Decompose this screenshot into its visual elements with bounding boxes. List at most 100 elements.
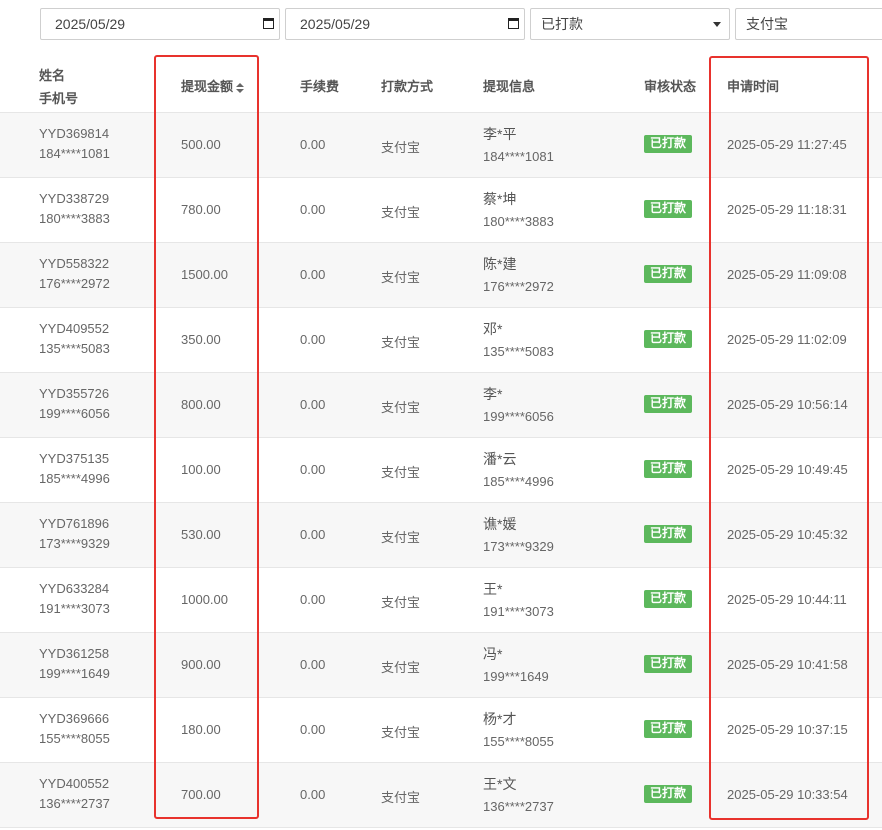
time-cell: 2025-05-29 11:27:45 xyxy=(727,137,847,152)
table-row: YYD375135 185****4996 100.00 0.00 支付宝 潘*云 185*… xyxy=(0,437,882,503)
header-method: 打款方式 xyxy=(381,79,434,94)
amount-cell: 180.00 xyxy=(181,722,221,737)
table-row: YYD361258 199****1649 900.00 0.00 支付宝 冯* 199**… xyxy=(0,632,882,698)
info-name: 冯* xyxy=(483,646,503,662)
table-row: YYD355726 199****6056 800.00 0.00 支付宝 李* 199**… xyxy=(0,372,882,438)
info-cell: 谯*媛 173****9329 xyxy=(483,514,554,554)
time-cell: 2025-05-29 10:41:58 xyxy=(727,657,848,672)
user-id: YYD761896 xyxy=(39,516,110,531)
info-cell: 蔡*坤 180****3883 xyxy=(483,189,554,229)
table-row-cell: YYD633284 191****3073 1000.00 0.00 支付宝 王* 191*… xyxy=(0,567,882,633)
status-badge: 已打款 xyxy=(644,590,693,608)
user-phone: 199****1649 xyxy=(39,666,110,681)
info-phone: 184****1081 xyxy=(483,149,554,164)
table-row: YYD369814 184****1081 500.00 0.00 支付宝 李*平 184*… xyxy=(0,112,882,178)
user-id: YYD375135 xyxy=(39,451,110,466)
time-cell: 2025-05-29 10:45:32 xyxy=(727,527,848,542)
sort-icon[interactable] xyxy=(236,82,245,93)
info-name: 杨*才 xyxy=(483,711,517,727)
header-info: 提现信息 xyxy=(483,79,536,94)
info-phone: 199****6056 xyxy=(483,409,554,424)
amount-cell: 1000.00 xyxy=(181,592,228,607)
amount-cell: 900.00 xyxy=(181,657,221,672)
method-cell: 支付宝 xyxy=(381,270,421,285)
end-date-input[interactable]: 2025/05/29 xyxy=(285,8,525,40)
table-header: 姓名 手机号 提现金额 手续费 打款方式 提现信息 审核状态 申请时间 xyxy=(0,50,882,113)
info-cell: 杨*才 155****8055 xyxy=(483,709,554,749)
user-id: YYD361258 xyxy=(39,646,110,661)
info-name: 王*文 xyxy=(483,776,517,792)
table-row: YYD761896 173****9329 530.00 0.00 支付宝 谯*媛 173*… xyxy=(0,502,882,568)
user-cell: YYD369666 155****8055 xyxy=(39,711,110,746)
info-cell: 陈*建 176****2972 xyxy=(483,254,554,294)
time-cell: 2025-05-29 10:44:11 xyxy=(727,592,847,607)
user-cell: YYD361258 199****1649 xyxy=(39,646,110,681)
user-id: YYD400552 xyxy=(39,776,110,791)
method-cell: 支付宝 xyxy=(381,595,421,610)
user-phone: 184****1081 xyxy=(39,146,110,161)
info-name: 邓* xyxy=(483,321,503,337)
fee-cell: 0.00 xyxy=(300,462,326,477)
time-cell: 2025-05-29 11:18:31 xyxy=(727,202,847,217)
header-amount-sort[interactable]: 提现金额 xyxy=(181,76,245,95)
info-phone: 173****9329 xyxy=(483,539,554,554)
info-name: 李*平 xyxy=(483,126,517,142)
method-cell: 支付宝 xyxy=(381,465,421,480)
user-phone: 173****9329 xyxy=(39,536,110,551)
user-id: YYD558322 xyxy=(39,256,110,271)
user-phone: 136****2737 xyxy=(39,796,110,811)
info-cell: 邓* 135****5083 xyxy=(483,319,554,359)
amount-cell: 780.00 xyxy=(181,202,221,217)
info-name: 陈*建 xyxy=(483,256,517,272)
calendar-icon[interactable] xyxy=(263,18,274,29)
start-date-input[interactable]: 2025/05/29 xyxy=(40,8,280,40)
status-badge: 已打款 xyxy=(644,265,693,283)
user-phone: 155****8055 xyxy=(39,731,110,746)
table-row-cell: YYD369666 155****8055 180.00 0.00 支付宝 杨*才 155*… xyxy=(0,697,882,763)
user-cell: YYD558322 176****2972 xyxy=(39,256,110,291)
withdrawal-table: 姓名 手机号 提现金额 手续费 打款方式 提现信息 审核状态 申请时间 YYD3… xyxy=(0,50,882,828)
header-status: 审核状态 xyxy=(644,79,697,94)
info-cell: 王*文 136****2737 xyxy=(483,774,554,814)
status-badge: 已打款 xyxy=(644,395,693,413)
status-select[interactable]: 已打款 xyxy=(530,8,730,40)
chevron-down-icon xyxy=(713,22,721,27)
user-id: YYD369666 xyxy=(39,711,110,726)
user-phone: 191****3073 xyxy=(39,601,110,616)
user-cell: YYD409552 135****5083 xyxy=(39,321,110,356)
table-row-cell: YYD338729 180****3883 780.00 0.00 支付宝 蔡*坤 180*… xyxy=(0,177,882,243)
info-cell: 李* 199****6056 xyxy=(483,384,554,424)
info-name: 谯*媛 xyxy=(483,516,517,532)
amount-cell: 800.00 xyxy=(181,397,221,412)
header-amount: 提现金额 xyxy=(181,79,234,94)
user-phone: 135****5083 xyxy=(39,341,110,356)
info-name: 蔡*坤 xyxy=(483,191,517,207)
info-cell: 潘*云 185****4996 xyxy=(483,449,554,489)
method-cell: 支付宝 xyxy=(381,725,421,740)
time-cell: 2025-05-29 10:33:54 xyxy=(727,787,848,802)
table-row: YYD338729 180****3883 780.00 0.00 支付宝 蔡*坤 180*… xyxy=(0,177,882,243)
time-cell: 2025-05-29 11:09:08 xyxy=(727,267,847,282)
amount-cell: 700.00 xyxy=(181,787,221,802)
fee-cell: 0.00 xyxy=(300,267,326,282)
status-badge: 已打款 xyxy=(644,200,693,218)
header-name-phone: 姓名 手机号 xyxy=(39,65,78,107)
end-date-value: 2025/05/29 xyxy=(300,16,371,32)
table-header-row: 姓名 手机号 提现金额 手续费 打款方式 提现信息 审核状态 申请时间 xyxy=(0,50,882,113)
user-id: YYD369814 xyxy=(39,126,110,141)
info-phone: 180****3883 xyxy=(483,214,554,229)
fee-cell: 0.00 xyxy=(300,787,326,802)
method-cell: 支付宝 xyxy=(381,335,421,350)
fee-cell: 0.00 xyxy=(300,657,326,672)
header-name: 姓名 xyxy=(39,68,66,83)
fee-cell: 0.00 xyxy=(300,202,326,217)
info-name: 潘*云 xyxy=(483,451,517,467)
method-cell: 支付宝 xyxy=(381,660,421,675)
amount-cell: 1500.00 xyxy=(181,267,228,282)
amount-cell: 500.00 xyxy=(181,137,221,152)
start-date-value: 2025/05/29 xyxy=(55,16,126,32)
status-badge: 已打款 xyxy=(644,655,693,673)
calendar-icon[interactable] xyxy=(508,18,519,29)
method-select[interactable]: 支付宝 xyxy=(735,8,882,40)
user-id: YYD355726 xyxy=(39,386,110,401)
